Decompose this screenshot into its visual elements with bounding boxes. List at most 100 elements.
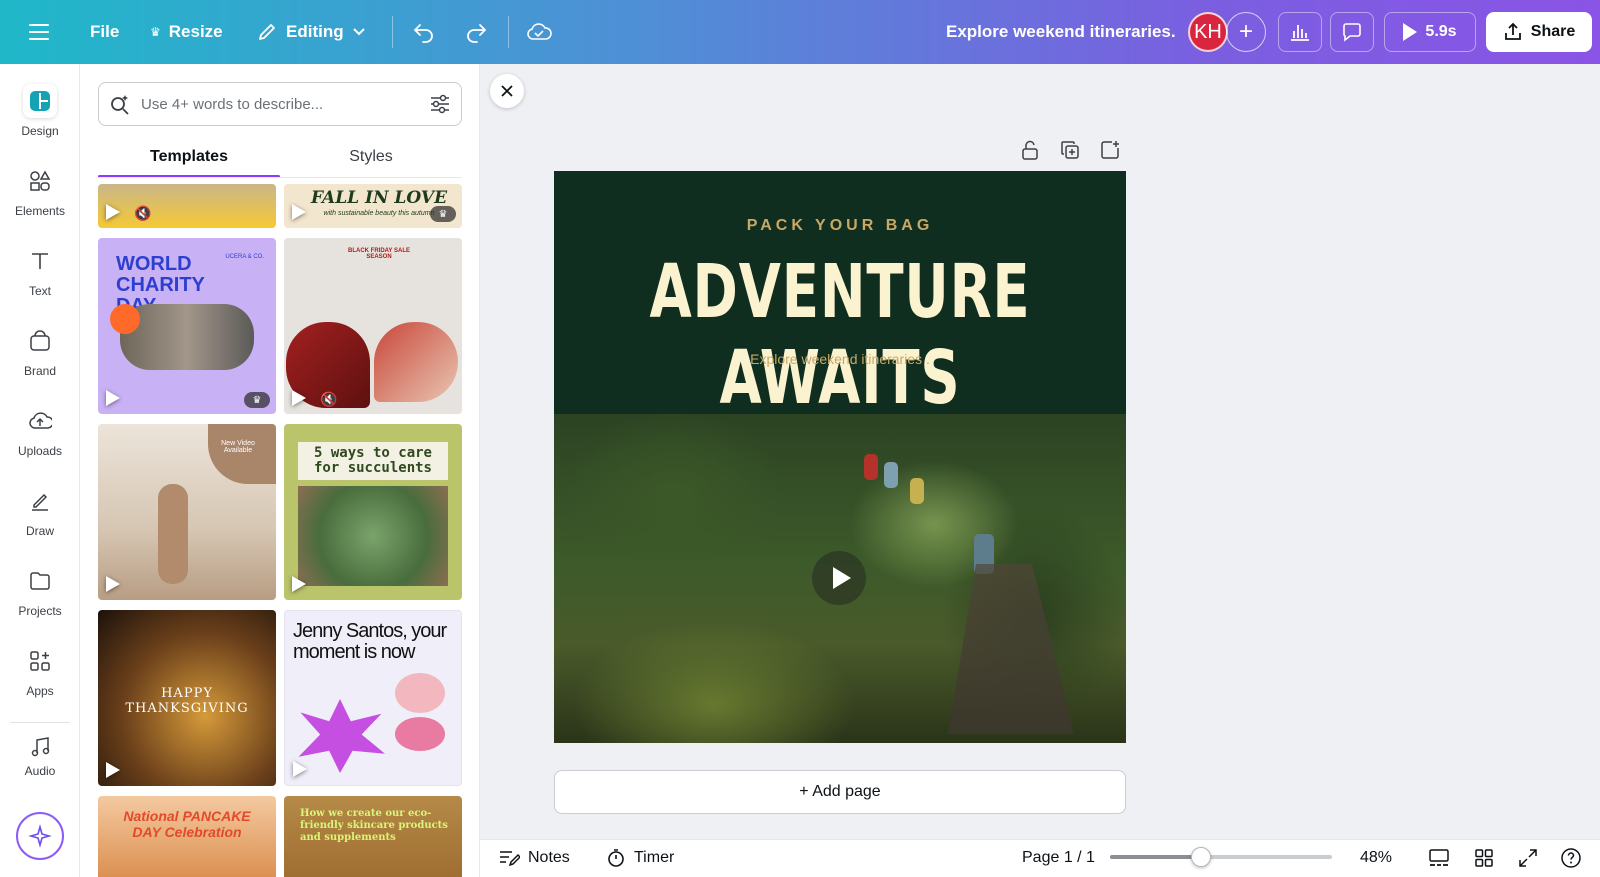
redo-button[interactable] (464, 12, 488, 52)
rail-item-uploads[interactable]: Uploads (0, 404, 80, 476)
template-tile[interactable]: 🔇 (98, 184, 276, 228)
zoom-slider[interactable] (1110, 847, 1332, 867)
zoom-level-button[interactable]: 48% (1360, 839, 1392, 877)
play-icon (292, 390, 306, 406)
draw-icon (23, 484, 57, 518)
close-icon (501, 85, 513, 97)
templates-panel: Templates Styles 🔇 FALL IN LOVE with sus… (80, 64, 480, 877)
invite-collaborator-button[interactable]: + (1226, 12, 1266, 52)
hiker-figure (864, 454, 878, 480)
template-photo (120, 304, 254, 370)
design-video[interactable] (554, 414, 1126, 743)
save-status-button[interactable] (526, 12, 552, 52)
template-tile-text: Jenny Santos, your moment is now (293, 620, 447, 663)
notes-button[interactable]: Notes (498, 839, 570, 877)
rail-label-brand: Brand (23, 364, 57, 378)
zoom-slider-knob[interactable] (1191, 847, 1212, 867)
lock-page-button[interactable] (1018, 138, 1042, 162)
template-tile-text: BLACK FRIDAY SALE SEASON (347, 248, 410, 260)
tab-templates[interactable]: Templates (98, 136, 280, 178)
design-kicker[interactable]: PACK YOUR BAG (554, 217, 1126, 235)
rail-divider (10, 722, 70, 723)
share-button[interactable]: Share (1486, 12, 1592, 52)
filter-sliders-icon[interactable] (429, 94, 451, 114)
file-menu-button[interactable]: File (90, 12, 119, 52)
left-rail: Design Elements Text Brand Uploads Draw (0, 64, 80, 877)
rail-item-text[interactable]: Text (0, 244, 80, 316)
rail-label-apps: Apps (26, 684, 54, 698)
insights-button[interactable] (1278, 12, 1322, 52)
cloud-check-icon (527, 23, 552, 40)
undo-button[interactable] (412, 12, 436, 52)
hamburger-icon (29, 24, 49, 40)
design-subtitle[interactable]: Explore weekend itineraries . (554, 351, 1126, 367)
design-page[interactable]: PACK YOUR BAG ADVENTURE AWAITS Explore w… (554, 171, 1126, 743)
zoom-slider-fill (1110, 855, 1202, 859)
rail-item-elements[interactable]: Elements (0, 164, 80, 236)
rail-item-audio[interactable]: Audio (0, 736, 80, 778)
template-tile[interactable]: BLACK FRIDAY SALE SEASON 🔇 (284, 238, 462, 414)
duplicate-page-button[interactable] (1058, 138, 1082, 162)
template-tile[interactable]: WORLD CHARITY DAY UCERA & CO. ♛ (98, 238, 276, 414)
timer-icon (608, 849, 624, 867)
template-tile[interactable]: National PANCAKE DAY Celebration (98, 796, 276, 877)
rail-label-design: Design (21, 124, 59, 138)
template-tile[interactable]: 5 ways to care for succulents (284, 424, 462, 600)
flower-shape (110, 304, 140, 334)
grid-view-button[interactable] (1474, 839, 1494, 877)
template-tile[interactable]: How we create our eco-friendly skincare … (284, 796, 462, 877)
present-play-button[interactable]: 5.9s (1384, 12, 1476, 52)
rail-item-design[interactable]: Design (0, 84, 80, 156)
unlock-icon (1022, 140, 1038, 160)
fullscreen-button[interactable] (1518, 839, 1538, 877)
rail-label-draw: Draw (25, 524, 54, 538)
comments-button[interactable] (1330, 12, 1374, 52)
comment-icon (1343, 23, 1361, 42)
rail-label-elements: Elements (14, 204, 66, 218)
timer-button[interactable]: Timer (606, 839, 674, 877)
magic-search-icon (111, 95, 129, 115)
rail-item-brand[interactable]: Brand (0, 324, 80, 396)
expand-icon (1519, 849, 1537, 867)
mute-icon: 🔇 (320, 391, 338, 407)
template-tile[interactable]: FALL IN LOVE with sustainable beauty thi… (284, 184, 462, 228)
add-page-icon-button[interactable] (1098, 138, 1122, 162)
elements-icon (23, 164, 57, 198)
template-search-input[interactable] (141, 95, 419, 113)
magic-assistant-button[interactable] (16, 812, 64, 860)
play-icon (292, 204, 306, 220)
rail-label-projects: Projects (18, 604, 62, 618)
tab-styles[interactable]: Styles (280, 136, 462, 178)
editing-label: Editing (286, 22, 344, 41)
template-photo (208, 424, 276, 484)
text-icon (23, 244, 57, 278)
template-tile-text: FALL IN LOVE (310, 188, 448, 208)
help-icon (1561, 848, 1581, 868)
music-icon (23, 736, 57, 758)
rail-item-apps[interactable]: Apps (0, 644, 80, 716)
resize-button[interactable]: ♛ Resize (150, 12, 223, 52)
crown-icon: ♛ (430, 206, 456, 222)
video-play-button[interactable] (812, 551, 866, 605)
rail-label-audio: Audio (24, 764, 56, 778)
main-menu-button[interactable] (28, 12, 50, 52)
page-indicator-button[interactable]: Page 1 / 1 (1022, 839, 1095, 877)
design-title[interactable]: ADVENTURE AWAITS (605, 249, 1074, 421)
play-icon (106, 576, 120, 592)
user-avatar[interactable]: KH (1188, 12, 1228, 52)
page-view-button[interactable] (1428, 839, 1450, 877)
template-tile[interactable]: Jenny Santos, your moment is now (284, 610, 462, 786)
add-page-button[interactable]: + Add page (554, 770, 1126, 814)
rail-item-draw[interactable]: Draw (0, 484, 80, 556)
file-label: File (90, 22, 120, 41)
document-title[interactable]: Explore weekend itineraries. (946, 12, 1176, 52)
template-tile[interactable]: New Video Available (98, 424, 276, 600)
play-icon (106, 762, 120, 778)
editing-mode-button[interactable]: Editing (256, 12, 366, 52)
help-button[interactable] (1560, 839, 1582, 877)
rail-item-projects[interactable]: Projects (0, 564, 80, 636)
page-view-icon (1429, 849, 1449, 866)
resize-label: Resize (168, 22, 223, 41)
template-tile[interactable]: HAPPY THANKSGIVING (98, 610, 276, 786)
close-panel-button[interactable] (490, 74, 524, 108)
